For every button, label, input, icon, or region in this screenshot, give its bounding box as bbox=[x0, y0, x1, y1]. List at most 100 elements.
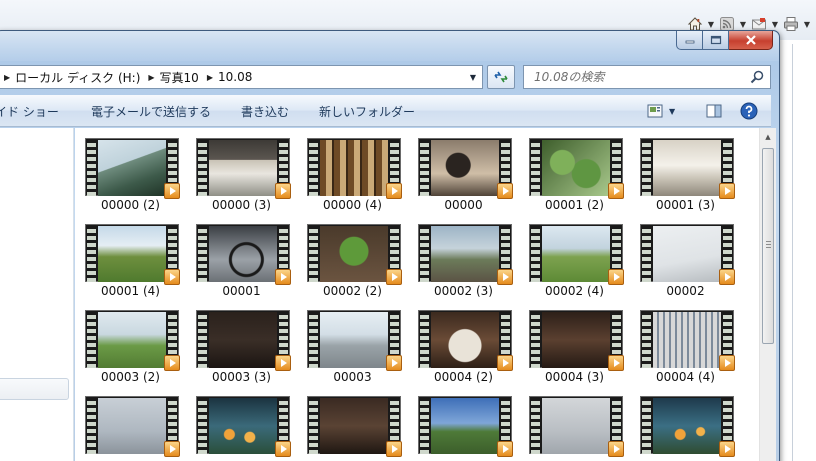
file-item[interactable]: 00000 bbox=[408, 134, 519, 216]
thumbnail-photo bbox=[431, 398, 499, 454]
breadcrumb-current-folder[interactable]: ▶ 10.08 bbox=[199, 66, 253, 88]
file-item[interactable]: 00003 (2) bbox=[75, 306, 186, 388]
file-item[interactable] bbox=[519, 392, 630, 461]
file-item[interactable]: 00000 (2) bbox=[75, 134, 186, 216]
breadcrumb-chevron-icon[interactable]: ▶ bbox=[205, 73, 218, 82]
change-view-button[interactable]: ▼ bbox=[647, 101, 687, 121]
thumbnail-photo bbox=[542, 398, 610, 454]
file-item[interactable]: 00001 (3) bbox=[630, 134, 741, 216]
navigation-pane-item[interactable] bbox=[0, 378, 69, 400]
email-button[interactable]: 電子メールで送信する bbox=[91, 95, 211, 127]
file-item[interactable]: 00004 (3) bbox=[519, 306, 630, 388]
file-item[interactable]: 00001 (4) bbox=[75, 220, 186, 302]
maximize-button[interactable] bbox=[703, 31, 729, 50]
breadcrumb-local-disk[interactable]: ▶ ローカル ディスク (H:) bbox=[0, 66, 140, 88]
breadcrumb-chevron-icon[interactable]: ▶ bbox=[2, 73, 15, 82]
play-badge-icon bbox=[386, 183, 402, 199]
refresh-button[interactable] bbox=[487, 65, 515, 89]
scroll-up-icon[interactable]: ▲ bbox=[760, 128, 776, 145]
printer-dropdown-icon[interactable]: ▼ bbox=[802, 15, 812, 33]
file-item[interactable]: 00000 (3) bbox=[186, 134, 297, 216]
address-bar[interactable]: ▶ ローカル ディスク (H:) ▶ 写真10 ▶ 10.08 ▼ bbox=[0, 65, 483, 89]
thumbnail-photo bbox=[653, 226, 721, 282]
film-strip-icon bbox=[309, 226, 318, 282]
video-thumbnail bbox=[418, 224, 513, 285]
title-bar[interactable] bbox=[0, 31, 779, 61]
video-thumbnail bbox=[307, 310, 402, 371]
close-button[interactable] bbox=[729, 31, 773, 50]
file-item[interactable]: 00004 (4) bbox=[630, 306, 741, 388]
scrollbar-thumb[interactable] bbox=[762, 148, 774, 344]
film-strip-icon bbox=[87, 312, 96, 368]
breadcrumb-photo-folder[interactable]: ▶ 写真10 bbox=[140, 66, 198, 88]
play-badge-icon bbox=[275, 183, 291, 199]
video-thumbnail bbox=[85, 396, 180, 457]
play-badge-icon bbox=[275, 269, 291, 285]
burn-button[interactable]: 書き込む bbox=[241, 95, 289, 127]
command-bar: イド ショー 電子メールで送信する 書き込む 新しいフォルダー ▼ bbox=[0, 95, 771, 127]
video-thumbnail bbox=[640, 396, 735, 457]
file-item[interactable]: 00003 bbox=[297, 306, 408, 388]
file-item[interactable] bbox=[297, 392, 408, 461]
file-item[interactable]: 00002 (4) bbox=[519, 220, 630, 302]
file-item[interactable]: 00002 (2) bbox=[297, 220, 408, 302]
video-thumbnail bbox=[196, 138, 291, 199]
play-badge-icon bbox=[719, 269, 735, 285]
file-item[interactable]: 00004 (2) bbox=[408, 306, 519, 388]
film-strip-icon bbox=[420, 140, 429, 196]
file-item[interactable] bbox=[408, 392, 519, 461]
file-item[interactable]: 00000 (4) bbox=[297, 134, 408, 216]
film-strip-icon bbox=[309, 140, 318, 196]
thumbnail-photo bbox=[98, 312, 166, 368]
thumbnail-photo bbox=[431, 140, 499, 196]
search-box[interactable] bbox=[523, 65, 771, 89]
video-thumbnail bbox=[418, 138, 513, 199]
search-input[interactable] bbox=[524, 67, 740, 87]
file-item[interactable]: 00001 (2) bbox=[519, 134, 630, 216]
video-thumbnail bbox=[196, 224, 291, 285]
file-item[interactable]: 00002 bbox=[630, 220, 741, 302]
film-strip-icon bbox=[198, 140, 207, 196]
file-name: 00002 (3) bbox=[434, 284, 493, 298]
file-item[interactable]: 00002 (3) bbox=[408, 220, 519, 302]
thumbnail-photo bbox=[209, 398, 277, 454]
breadcrumb-label: 写真10 bbox=[159, 70, 199, 85]
play-badge-icon bbox=[608, 183, 624, 199]
film-strip-icon bbox=[531, 312, 540, 368]
background-divider bbox=[792, 44, 793, 461]
play-badge-icon bbox=[275, 441, 291, 457]
explorer-window: ▶ ローカル ディスク (H:) ▶ 写真10 ▶ 10.08 ▼ イド ショー… bbox=[0, 30, 780, 461]
close-icon bbox=[745, 35, 756, 45]
preview-pane-button[interactable] bbox=[703, 101, 725, 121]
thumbnail-photo bbox=[542, 312, 610, 368]
printer-icon[interactable] bbox=[782, 15, 800, 33]
slideshow-button[interactable]: イド ショー bbox=[0, 95, 59, 127]
film-strip-icon bbox=[642, 398, 651, 454]
new-folder-button[interactable]: 新しいフォルダー bbox=[319, 95, 415, 127]
file-item[interactable] bbox=[630, 392, 741, 461]
breadcrumb-chevron-icon[interactable]: ▶ bbox=[146, 73, 159, 82]
address-history-dropdown-icon[interactable]: ▼ bbox=[466, 70, 480, 84]
view-dropdown-icon[interactable]: ▼ bbox=[669, 107, 675, 116]
play-badge-icon bbox=[497, 441, 513, 457]
play-badge-icon bbox=[386, 441, 402, 457]
file-item[interactable]: 00001 bbox=[186, 220, 297, 302]
file-item[interactable]: 00003 (3) bbox=[186, 306, 297, 388]
play-badge-icon bbox=[164, 355, 180, 371]
breadcrumb-label: 10.08 bbox=[217, 70, 253, 84]
thumbnail-photo bbox=[209, 226, 277, 282]
vertical-scrollbar[interactable]: ▲ bbox=[759, 128, 776, 461]
file-item[interactable] bbox=[75, 392, 186, 461]
file-name: 00001 (2) bbox=[545, 198, 604, 212]
minimize-button[interactable] bbox=[676, 31, 703, 50]
file-name: 00002 (4) bbox=[545, 284, 604, 298]
file-item[interactable] bbox=[186, 392, 297, 461]
film-strip-icon bbox=[87, 140, 96, 196]
play-badge-icon bbox=[608, 441, 624, 457]
minimize-icon bbox=[685, 40, 694, 44]
film-strip-icon bbox=[309, 398, 318, 454]
search-icon[interactable] bbox=[750, 70, 764, 84]
file-name: 00004 (4) bbox=[656, 370, 715, 384]
file-name: 00004 (3) bbox=[545, 370, 604, 384]
help-button[interactable] bbox=[739, 101, 759, 121]
